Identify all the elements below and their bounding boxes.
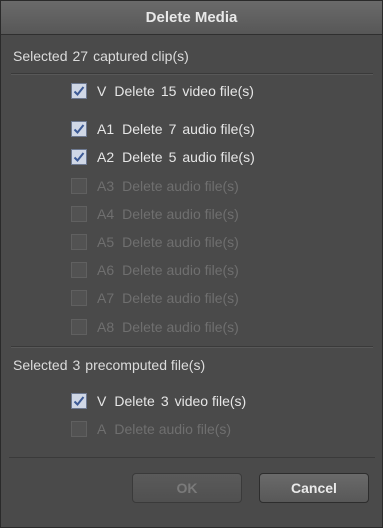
captured-track-a4-option: A4 Delete audio file(s) bbox=[71, 204, 239, 224]
file-count: 7 bbox=[168, 121, 177, 137]
track-name: A1 bbox=[97, 121, 115, 137]
captured-label-prefix: Selected bbox=[13, 48, 68, 64]
delete-text: Delete bbox=[114, 83, 155, 99]
divider bbox=[11, 73, 373, 75]
captured-track-a2-option[interactable]: A2 Delete 5 audio file(s) bbox=[71, 147, 255, 167]
track-name: A4 bbox=[97, 206, 115, 222]
captured-clips-label: Selected 27 captured clip(s) bbox=[13, 48, 189, 64]
delete-text: Delete bbox=[122, 149, 163, 165]
captured-track-a1-checkbox[interactable] bbox=[71, 121, 87, 137]
precomputed-track-a-checkbox bbox=[71, 421, 87, 437]
captured-track-v-option[interactable]: V Delete 15 video file(s) bbox=[71, 81, 254, 101]
track-delete-text: Delete audio file(s) bbox=[122, 319, 239, 335]
captured-track-a5-option: A5 Delete audio file(s) bbox=[71, 232, 239, 252]
captured-track-a6-checkbox bbox=[71, 262, 87, 278]
captured-track-a6-option: A6 Delete audio file(s) bbox=[71, 260, 239, 280]
divider bbox=[11, 346, 373, 348]
delete-media-dialog: Delete Media Selected 27 captured clip(s) … bbox=[0, 0, 383, 528]
checkmark-icon bbox=[73, 152, 85, 162]
captured-track-a7-checkbox bbox=[71, 290, 87, 306]
precomputed-track-a-option: A Delete audio file(s) bbox=[71, 419, 231, 439]
captured-track-a1-option[interactable]: A1 Delete 7 audio file(s) bbox=[71, 119, 255, 139]
track-name: A3 bbox=[97, 178, 115, 194]
captured-label-suffix: captured clip(s) bbox=[93, 48, 189, 64]
file-type-text: audio file(s) bbox=[182, 149, 255, 165]
file-type-text: video file(s) bbox=[182, 83, 254, 99]
precomputed-label-suffix: precomputed file(s) bbox=[85, 357, 206, 373]
track-name: A5 bbox=[97, 234, 115, 250]
captured-track-a7-option: A7 Delete audio file(s) bbox=[71, 288, 239, 308]
track-delete-text: Delete audio file(s) bbox=[122, 262, 239, 278]
captured-track-a3-option: A3 Delete audio file(s) bbox=[71, 176, 239, 196]
track-name: A7 bbox=[97, 290, 115, 306]
precomputed-track-v-option[interactable]: V Delete 3 video file(s) bbox=[71, 391, 246, 411]
precomputed-label-prefix: Selected bbox=[13, 357, 68, 373]
track-delete-text: Delete audio file(s) bbox=[122, 234, 239, 250]
cancel-button[interactable]: Cancel bbox=[259, 473, 369, 503]
file-count: 5 bbox=[168, 149, 177, 165]
precomputed-files-label: Selected 3 precomputed file(s) bbox=[13, 357, 205, 373]
track-name: A6 bbox=[97, 262, 115, 278]
captured-track-a2-checkbox[interactable] bbox=[71, 149, 87, 165]
captured-track-v-checkbox[interactable] bbox=[71, 83, 87, 99]
track-name: V bbox=[97, 83, 107, 99]
track-name: A bbox=[97, 421, 107, 437]
file-count: 3 bbox=[160, 393, 169, 409]
captured-track-a8-checkbox bbox=[71, 319, 87, 335]
captured-track-a4-checkbox bbox=[71, 206, 87, 222]
checkmark-icon bbox=[73, 86, 85, 96]
track-name: A8 bbox=[97, 319, 115, 335]
track-delete-text: Delete audio file(s) bbox=[114, 421, 232, 437]
track-name: V bbox=[97, 393, 107, 409]
track-name: A2 bbox=[97, 149, 115, 165]
track-delete-text: Delete audio file(s) bbox=[122, 290, 239, 306]
file-count: 15 bbox=[160, 83, 177, 99]
checkmark-icon bbox=[73, 124, 85, 134]
precomputed-track-v-checkbox[interactable] bbox=[71, 393, 87, 409]
captured-track-a3-checkbox bbox=[71, 178, 87, 194]
file-type-text: audio file(s) bbox=[182, 121, 255, 137]
file-type-text: video file(s) bbox=[174, 393, 247, 409]
precomputed-file-count: 3 bbox=[72, 357, 81, 373]
track-delete-text: Delete audio file(s) bbox=[122, 178, 239, 194]
delete-text: Delete bbox=[114, 393, 155, 409]
captured-track-a8-option: A8 Delete audio file(s) bbox=[71, 317, 239, 337]
checkmark-icon bbox=[73, 396, 85, 406]
dialog-title: Delete Media bbox=[1, 1, 382, 35]
captured-track-a5-checkbox bbox=[71, 234, 87, 250]
delete-text: Delete bbox=[122, 121, 163, 137]
captured-clip-count: 27 bbox=[72, 48, 89, 64]
ok-button[interactable]: OK bbox=[132, 473, 242, 503]
track-delete-text: Delete audio file(s) bbox=[122, 206, 239, 222]
